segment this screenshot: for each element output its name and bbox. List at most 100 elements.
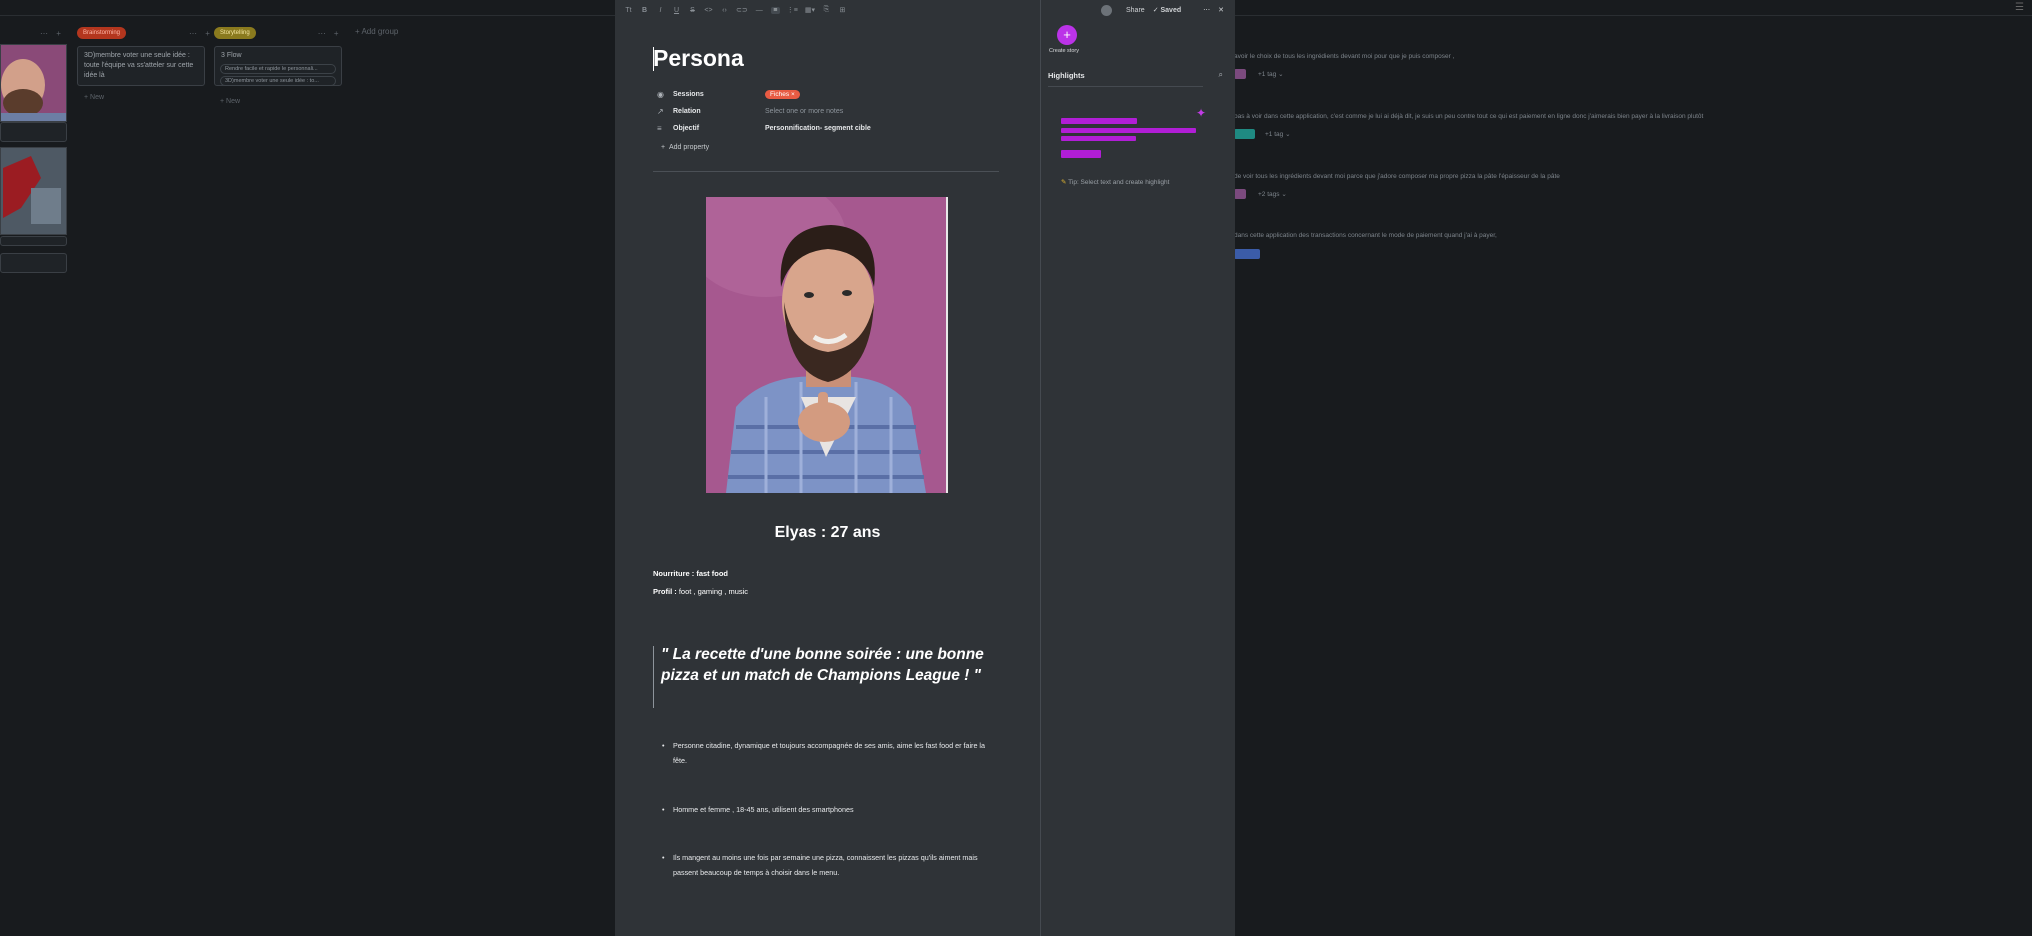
sparkle-icon: ✦	[1196, 106, 1207, 120]
page-title[interactable]: Persona	[653, 45, 744, 72]
create-story-label: Create story	[1049, 48, 1079, 54]
add-group-button[interactable]: + Add group	[355, 27, 398, 36]
placeholder-bar	[1061, 118, 1137, 124]
tag-chip[interactable]	[1234, 249, 1260, 259]
group-header-brainstorming: Brainstorming ⋯ +	[77, 26, 213, 40]
property-label: Relation	[673, 107, 701, 115]
tag-chip[interactable]	[1234, 189, 1246, 199]
divider	[653, 171, 999, 172]
avatar[interactable]	[1101, 4, 1112, 16]
link-button[interactable]: ⊂⊃	[736, 6, 748, 14]
tag-chip[interactable]	[1234, 129, 1255, 139]
card-footer[interactable]	[0, 122, 67, 142]
divider-button[interactable]: —	[755, 7, 764, 14]
more-tags[interactable]: +2 tags ⌄	[1258, 190, 1287, 198]
property-value[interactable]: Fiches ×	[765, 89, 800, 99]
property-sessions[interactable]: ◉ Sessions Fiches ×	[657, 87, 800, 101]
card-chip: Rendre facile et rapide le personnali...	[220, 64, 336, 74]
card[interactable]	[0, 253, 67, 273]
tag-chip[interactable]	[1234, 69, 1246, 79]
check-icon: ✓	[1152, 7, 1161, 14]
bullet-list-button[interactable]: ≡	[770, 6, 780, 14]
chip-label: Fiches	[770, 90, 790, 98]
new-card-button[interactable]: + New	[84, 94, 104, 101]
menu-icon[interactable]: ☰	[2015, 2, 2024, 13]
lightbulb-icon: ✎	[1061, 179, 1067, 186]
placeholder-bar	[1061, 128, 1196, 133]
new-card-button[interactable]: + New	[220, 98, 240, 105]
numbered-list-button[interactable]: ⋮≡	[787, 6, 798, 14]
more-tags[interactable]: +1 tag ⌄	[1258, 70, 1284, 78]
list-item-text: Ils mangent au moins une fois par semain…	[673, 853, 978, 877]
code-inline-button[interactable]: ‹›	[720, 7, 729, 14]
table-button[interactable]: ▦▾	[805, 6, 815, 14]
card-chip: 3D)membre voter une seule idée : to...	[220, 76, 336, 86]
text-style-button[interactable]: Tt	[624, 7, 633, 14]
card-footer[interactable]	[0, 236, 67, 246]
portrait-thumbnail	[1, 45, 66, 121]
group-more-icon[interactable]: ⋯ +	[189, 29, 213, 38]
more-tags-label: +1 tag	[1265, 131, 1284, 138]
attachment-button[interactable]: ⎘	[822, 6, 831, 14]
new-label: New	[226, 98, 241, 105]
card-image[interactable]	[0, 44, 67, 122]
list-item-text: Homme et femme , 18-45 ans, utilisent de…	[673, 805, 854, 814]
close-icon[interactable]: ✕	[1218, 6, 1224, 14]
card-image[interactable]	[0, 147, 67, 235]
highlights-title: Highlights	[1048, 71, 1085, 80]
more-tags-label: +1 tag	[1258, 71, 1277, 78]
search-icon[interactable]: ⌕	[1219, 70, 1223, 80]
flow-card[interactable]: 3 Flow Rendre facile et rapide le person…	[214, 46, 342, 86]
group-header-storytelling: Storytelling ⋯ +	[214, 26, 342, 40]
persona-photo[interactable]	[706, 197, 946, 493]
idea-card[interactable]: 3D)membre voter une seule idée : toute l…	[77, 46, 205, 86]
app-window: ☰ ⋯ + Brainstorming ⋯ + Storytelling ⋯ +…	[0, 0, 2032, 936]
list-item: • Homme et femme , 18-45 ans, utilisent d…	[662, 802, 993, 817]
add-group-label: Add group	[361, 27, 399, 36]
text-icon: ≡	[657, 123, 662, 133]
profile-line: Profil : foot , gaming , music	[653, 587, 748, 596]
group-more-icon[interactable]: ⋯ +	[318, 29, 342, 38]
arrow-icon: ↗	[657, 106, 664, 116]
bullet-dot: •	[662, 853, 665, 862]
profile-rest: foot , gaming , music	[676, 587, 749, 596]
highlights-panel: Share ✓ Saved ⋯ ✕ + Create story Highlig…	[1040, 0, 1235, 936]
property-relation[interactable]: ↗ Relation Select one or more notes	[657, 104, 843, 118]
group-pill[interactable]: Storytelling	[214, 27, 256, 39]
card-title: 3 Flow	[221, 52, 242, 59]
list-item: • Personne citadine, dynamique et toujour…	[662, 738, 993, 768]
bullet-dot: •	[662, 741, 665, 750]
bold-button[interactable]: B	[640, 7, 649, 14]
robot-thumbnail	[1, 148, 66, 234]
group-pill[interactable]: Brainstorming	[77, 27, 127, 39]
add-property-button[interactable]: + Add property	[661, 144, 709, 151]
property-value[interactable]: Personnification- segment cible	[765, 125, 871, 132]
placeholder-bar	[1061, 150, 1101, 158]
tip-text: Tip: Select text and create highlight	[1068, 179, 1170, 186]
column-more-icon[interactable]: ⋯ +	[40, 29, 64, 38]
underline-button[interactable]: U	[672, 7, 681, 14]
bullet-dot: •	[662, 805, 665, 814]
italic-button[interactable]: I	[656, 7, 665, 14]
profile-label: Profil :	[653, 587, 677, 596]
add-property-label: Add property	[668, 144, 710, 151]
transcript-line: de voir tous les ingrédients devant moi …	[1234, 173, 1560, 180]
code-button[interactable]: <>	[704, 7, 713, 14]
more-icon[interactable]: ⋯	[1203, 6, 1210, 14]
relation-placeholder[interactable]: Select one or more notes	[765, 108, 843, 115]
food-line: Nourriture : fast food	[653, 569, 728, 578]
divider	[1048, 86, 1203, 87]
property-objectif[interactable]: ≡ Objectif Personnification- segment cib…	[657, 121, 871, 135]
strikethrough-button[interactable]: S	[688, 7, 697, 14]
share-button[interactable]: Share	[1126, 7, 1145, 14]
format-toolbar: Tt B I U S <> ‹› ⊂⊃ — ≡ ⋮≡ ▦▾ ⎘ ⊞	[615, 0, 1040, 20]
saved-label: Saved	[1160, 7, 1182, 14]
embed-button[interactable]: ⊞	[838, 6, 847, 14]
photo-border	[946, 197, 948, 493]
more-tags[interactable]: +1 tag ⌄	[1265, 130, 1291, 138]
property-label: Sessions	[673, 90, 704, 98]
persona-heading: Elyas : 27 ans	[774, 524, 881, 541]
transcript-line: pas à voir dans cette application, c'est…	[1234, 113, 1704, 120]
create-story-button[interactable]: +	[1057, 25, 1077, 45]
card-text: 3D)membre voter une seule idée : toute l…	[84, 52, 194, 79]
